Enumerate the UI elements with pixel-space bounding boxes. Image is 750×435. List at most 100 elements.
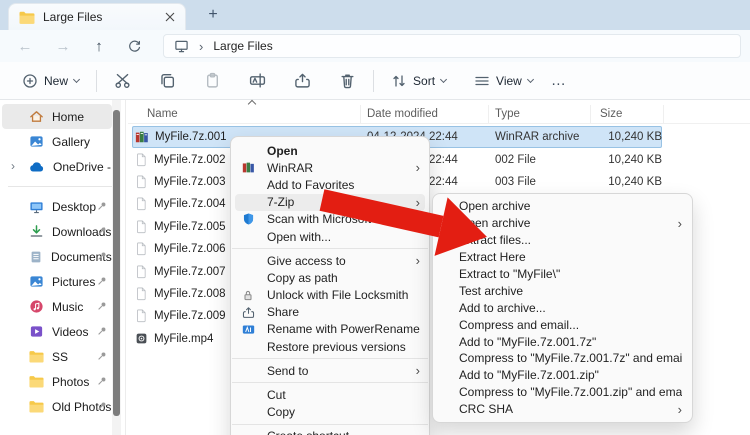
new-plus-icon (22, 73, 38, 89)
new-button[interactable]: New (14, 68, 87, 94)
menu-item-share[interactable]: Share (231, 304, 429, 321)
file-row[interactable]: MyFile.7z.003 04-12-2024 22:44 003 File … (128, 171, 750, 193)
chevron-down-icon (73, 75, 80, 82)
pin-icon (96, 400, 108, 412)
menu-item-powerrename[interactable]: Rename with PowerRename (231, 321, 429, 338)
sort-ascending-icon (248, 100, 256, 108)
share-button[interactable] (286, 67, 319, 94)
menu-item-copy-as-path[interactable]: Copy as path (231, 269, 429, 286)
file-icon (135, 220, 148, 234)
file-name: MyFile.7z.003 (154, 176, 226, 188)
folder-icon (19, 11, 35, 24)
column-header-date[interactable]: Date modified (367, 108, 495, 120)
sort-button[interactable]: Sort (383, 68, 454, 94)
copy-button[interactable] (151, 67, 184, 94)
downloads-icon (29, 224, 44, 239)
forward-button[interactable]: → (50, 34, 76, 58)
sidebar-item-downloads[interactable]: Downloads (2, 219, 112, 244)
view-button[interactable]: View (466, 68, 541, 94)
chevron-down-icon (440, 75, 447, 82)
title-bar: Large Files + (0, 0, 750, 30)
address-bar[interactable]: › Large Files (163, 34, 741, 58)
chevron-right-icon[interactable]: › (11, 159, 15, 173)
pin-icon (96, 375, 108, 387)
sidebar-item-videos[interactable]: Videos (2, 319, 112, 344)
menu-separator (232, 248, 428, 249)
sidebar-item-pictures[interactable]: Pictures (2, 269, 112, 294)
pin-icon (96, 250, 108, 262)
close-icon[interactable] (165, 12, 175, 22)
submenu-item-add-to-zip[interactable]: Add to "MyFile.7z.001.zip" (433, 367, 692, 384)
sidebar-item-onedrive[interactable]: › OneDrive - Perso (2, 154, 112, 179)
submenu-item-add-to-7z[interactable]: Add to "MyFile.7z.001.7z" (433, 333, 692, 350)
sidebar-scrollbar-thumb[interactable] (113, 110, 120, 416)
explorer-tab[interactable]: Large Files (8, 3, 186, 30)
new-tab-button[interactable]: + (200, 2, 226, 28)
file-name: MyFile.7z.006 (154, 243, 226, 255)
submenu-item-extract-to-folder[interactable]: Extract to "MyFile\" (433, 266, 692, 283)
file-row[interactable]: MyFile.7z.002 04-12-2024 22:44 002 File … (128, 148, 750, 170)
sidebar-item-old-photos[interactable]: Old Photos (2, 394, 112, 419)
menu-item-file-locksmith[interactable]: Unlock with File Locksmith (231, 287, 429, 304)
column-header-type[interactable]: Type (495, 108, 600, 120)
this-pc-icon (174, 39, 189, 53)
menu-item-send-to[interactable]: Send to › (231, 362, 429, 379)
more-options-button[interactable]: … (541, 72, 577, 89)
scissors-icon (114, 72, 131, 89)
menu-item-cut[interactable]: Cut (231, 386, 429, 403)
desktop-icon (29, 200, 44, 214)
share-icon (294, 72, 311, 89)
pin-icon (96, 325, 108, 337)
menu-item-copy[interactable]: Copy (231, 404, 429, 421)
sidebar-item-desktop[interactable]: Desktop (2, 194, 112, 219)
menu-item-restore-previous-versions[interactable]: Restore previous versions (231, 338, 429, 355)
menu-separator (232, 424, 428, 425)
cut-button[interactable] (106, 67, 139, 94)
media-file-icon (135, 332, 148, 345)
file-name: MyFile.7z.001 (155, 131, 227, 143)
tab-title: Large Files (43, 10, 157, 24)
menu-item-open[interactable]: Open (231, 142, 429, 159)
submenu-arrow-icon: › (678, 402, 682, 417)
submenu-item-add-to-archive[interactable]: Add to archive... (433, 299, 692, 316)
rename-button[interactable] (241, 67, 274, 94)
winrar-icon (231, 161, 267, 174)
sidebar-item-gallery[interactable]: Gallery (2, 129, 112, 154)
sidebar-item-music[interactable]: Music (2, 294, 112, 319)
videos-icon (29, 324, 44, 339)
column-header-size[interactable]: Size (600, 108, 662, 120)
sidebar-separator (8, 186, 114, 187)
menu-separator (232, 358, 428, 359)
copy-icon (159, 72, 176, 89)
submenu-item-test-archive[interactable]: Test archive (433, 282, 692, 299)
sort-icon (391, 73, 407, 89)
documents-icon (29, 250, 43, 264)
submenu-item-compress-to-zip-email[interactable]: Compress to "MyFile.7z.001.zip" and emai… (433, 384, 692, 401)
pane-divider[interactable] (125, 100, 126, 435)
menu-item-give-access-to[interactable]: Give access to › (231, 252, 429, 269)
navigation-bar: ← → ↑ › Large Files (0, 30, 750, 62)
back-button[interactable]: ← (12, 34, 38, 58)
submenu-arrow-icon: › (416, 253, 420, 268)
breadcrumb: Large Files (213, 39, 272, 53)
file-name: MyFile.7z.004 (154, 198, 226, 210)
submenu-item-compress-and-email[interactable]: Compress and email... (433, 316, 692, 333)
up-button[interactable]: ↑ (86, 34, 112, 58)
paste-button[interactable] (196, 67, 229, 94)
file-icon (135, 242, 148, 256)
sidebar-item-home[interactable]: Home (2, 104, 112, 129)
sidebar-item-photos[interactable]: Photos (2, 369, 112, 394)
column-header-name[interactable]: Name (128, 108, 367, 120)
sidebar-item-ss[interactable]: SS (2, 344, 112, 369)
menu-separator (232, 382, 428, 383)
folder-icon (29, 350, 44, 363)
home-icon (29, 109, 44, 124)
sidebar-item-documents[interactable]: Documents (2, 244, 112, 269)
submenu-item-compress-to-7z-email[interactable]: Compress to "MyFile.7z.001.7z" and email (433, 350, 692, 367)
submenu-item-crc-sha[interactable]: CRC SHA › (433, 401, 692, 418)
refresh-button[interactable] (121, 34, 147, 58)
menu-item-create-shortcut[interactable]: Create shortcut (231, 428, 429, 435)
gallery-icon (29, 134, 44, 149)
file-row[interactable]: MyFile.7z.001 04-12-2024 22:44 WinRAR ar… (128, 126, 750, 148)
delete-button[interactable] (331, 67, 364, 94)
